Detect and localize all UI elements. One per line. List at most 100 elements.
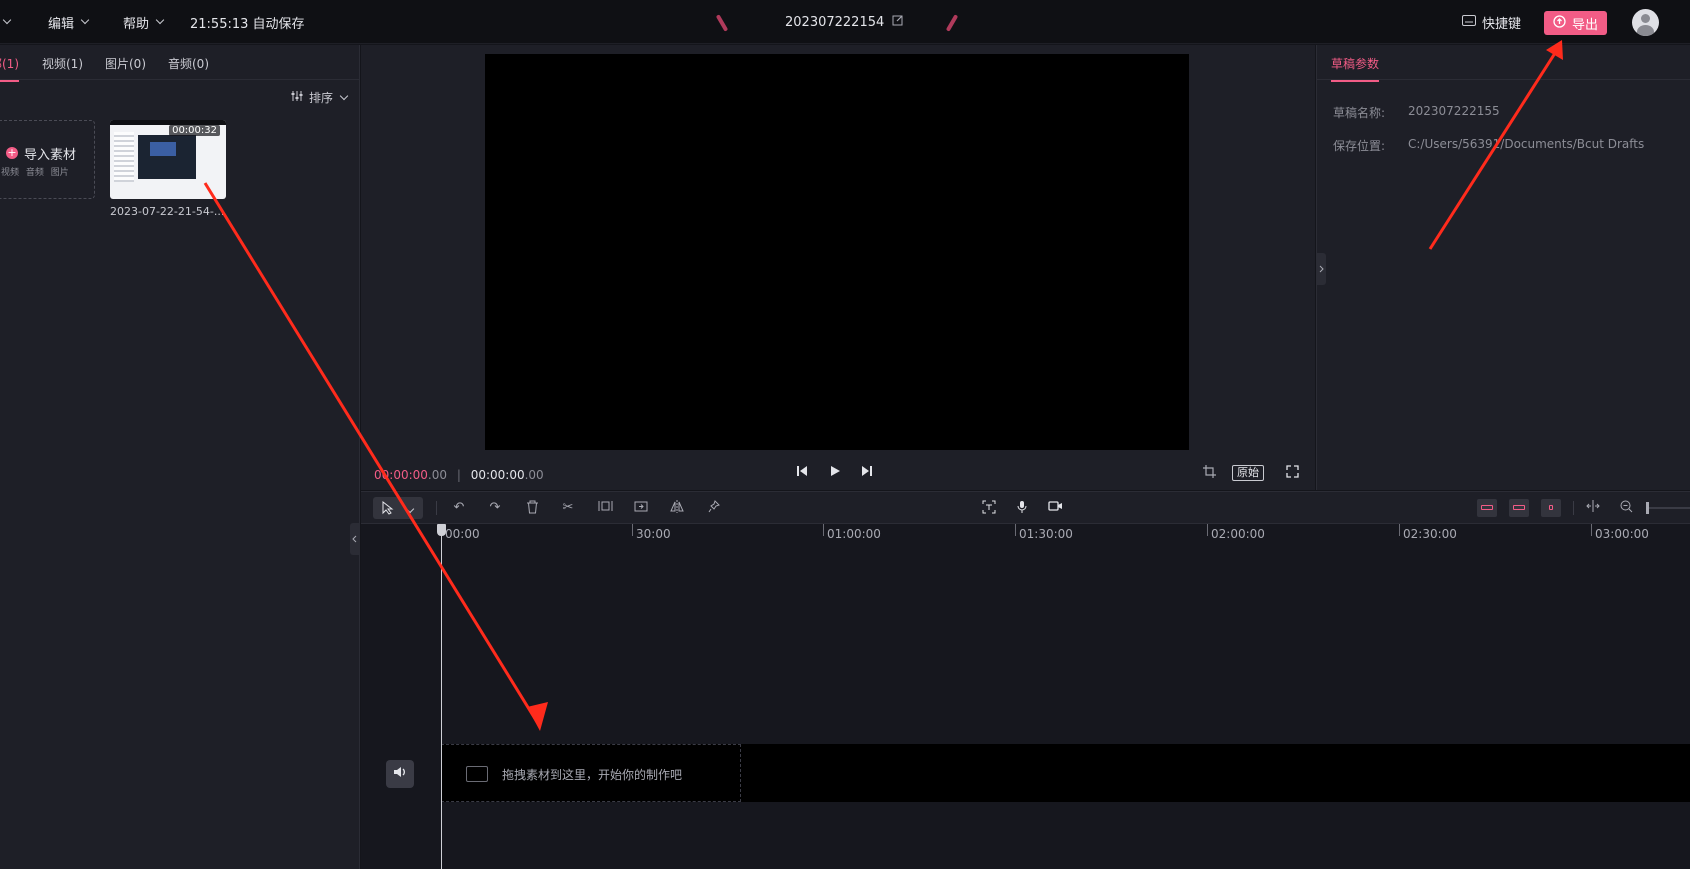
- zoom-slider-handle[interactable]: [1646, 502, 1649, 514]
- chevron-down-icon: [339, 91, 349, 100]
- drop-hint: 拖拽素材到这里，开始你的制作吧: [502, 768, 683, 782]
- project-title-text: 202307222154: [785, 14, 885, 30]
- keyboard-icon: [1462, 14, 1476, 30]
- chevron-left-icon: [352, 535, 357, 543]
- draft-name-value: 202307222155: [1408, 104, 1500, 118]
- split-icon[interactable]: [597, 500, 613, 516]
- media-name: 2023-07-22-21-54-...: [110, 205, 225, 218]
- linkage-toggle[interactable]: [1509, 499, 1529, 517]
- preview-panel: 00:00:00.00 | 00:00:00.00 原始: [361, 45, 1315, 490]
- import-media-button[interactable]: + 导入素材 视频 音频 图片: [0, 120, 95, 199]
- link-icon: [1513, 505, 1525, 510]
- top-bar: 编辑 帮助 21:55:13 自动保存 202307222154 快捷键 导出: [0, 0, 1690, 44]
- edit-icon[interactable]: [892, 14, 904, 30]
- menu-file[interactable]: [0, 0, 12, 44]
- upload-icon: [1553, 14, 1566, 32]
- tab-audio[interactable]: 音频(0): [168, 55, 209, 72]
- ratio-button[interactable]: 原始: [1232, 465, 1264, 481]
- tab-video[interactable]: 视频(1): [42, 55, 83, 72]
- draft-panel: 草稿参数 草稿名称: 202307222155 保存位置: C:/Users/5…: [1316, 45, 1690, 490]
- video-preview[interactable]: [485, 54, 1189, 450]
- ruler-label: 30:00: [636, 527, 671, 541]
- tab-draft-params[interactable]: 草稿参数: [1331, 55, 1380, 82]
- tab-image[interactable]: 图片(0): [105, 55, 146, 72]
- zoom-slider[interactable]: [1646, 502, 1690, 514]
- scissors-icon[interactable]: ✂: [560, 500, 576, 516]
- camera-icon[interactable]: [1047, 500, 1063, 516]
- tab-all[interactable]: 全部(1): [0, 55, 19, 82]
- redo-icon[interactable]: ↷: [487, 500, 503, 516]
- mute-track-button[interactable]: [386, 760, 414, 788]
- current-frames: .00: [427, 468, 447, 482]
- current-time: 00:00:00: [374, 468, 428, 482]
- crop-icon[interactable]: [1203, 465, 1216, 482]
- pin-icon[interactable]: [706, 500, 722, 516]
- undo-icon[interactable]: ↶: [451, 500, 467, 516]
- menu-edit[interactable]: 编辑: [48, 0, 90, 44]
- collapse-left-panel-handle[interactable]: [350, 523, 360, 555]
- shortcuts-button[interactable]: 快捷键: [1462, 0, 1521, 44]
- delete-icon[interactable]: [524, 500, 540, 516]
- chevron-down-icon: [155, 15, 165, 25]
- media-thumbnail[interactable]: 00:00:32: [110, 120, 226, 199]
- replace-icon[interactable]: [633, 500, 649, 516]
- play-icon[interactable]: [829, 465, 841, 481]
- magnet-icon: [1481, 505, 1493, 510]
- fullscreen-icon[interactable]: [1286, 465, 1299, 482]
- select-tool-dropdown[interactable]: [373, 497, 423, 519]
- total-frames: .00: [524, 468, 544, 482]
- timecode: 00:00:00.00 | 00:00:00.00: [374, 468, 544, 482]
- snap-icon: [1549, 505, 1553, 510]
- menu-help[interactable]: 帮助: [123, 0, 165, 44]
- snap-toggle[interactable]: [1541, 499, 1561, 517]
- playhead[interactable]: [437, 524, 446, 869]
- sliders-icon: [291, 90, 303, 105]
- skip-forward-icon[interactable]: [861, 465, 873, 481]
- text-recognition-icon[interactable]: [981, 500, 997, 516]
- draft-name-label: 草稿名称:: [1333, 106, 1386, 120]
- menu-help-label: 帮助: [123, 16, 150, 32]
- zoom-out-icon[interactable]: [1618, 500, 1634, 516]
- fit-timeline-icon[interactable]: [1585, 500, 1601, 516]
- chevron-down-icon: [80, 15, 90, 25]
- ruler-label: 00:00: [445, 527, 480, 541]
- menu-edit-label: 编辑: [48, 16, 75, 32]
- chevron-right-icon: [1319, 265, 1324, 273]
- microphone-icon[interactable]: [1014, 500, 1030, 516]
- main-track-magnet-toggle[interactable]: [1477, 499, 1497, 517]
- timeline: 00:00 30:00 01:00:00 01:30:00 02:00:00 0…: [361, 524, 1690, 869]
- cursor-icon: [382, 501, 394, 515]
- ruler-label: 02:30:00: [1403, 527, 1457, 541]
- media-duration: 00:00:32: [169, 125, 220, 136]
- sort-button[interactable]: 排序: [291, 89, 349, 106]
- sort-label: 排序: [308, 91, 333, 105]
- chevron-down-icon: [2, 15, 12, 25]
- draft-name-row: 草稿名称: 202307222155: [1333, 104, 1500, 121]
- autosave-status: 21:55:13 自动保存: [190, 16, 305, 32]
- title-decoration-left: [715, 14, 729, 32]
- plus-icon: +: [6, 146, 18, 159]
- speaker-icon: [394, 767, 405, 777]
- ruler-label: 02:00:00: [1211, 527, 1265, 541]
- main-track[interactable]: 拖拽素材到这里，开始你的制作吧: [441, 744, 1690, 802]
- skip-back-icon[interactable]: [796, 465, 808, 481]
- drop-zone[interactable]: 拖拽素材到这里，开始你的制作吧: [441, 744, 741, 802]
- time-ruler[interactable]: 00:00 30:00 01:00:00 01:30:00 02:00:00 0…: [361, 524, 1690, 544]
- project-title[interactable]: 202307222154: [785, 0, 904, 44]
- ruler-label: 01:00:00: [827, 527, 881, 541]
- film-icon: [466, 766, 488, 782]
- shortcuts-label: 快捷键: [1482, 16, 1522, 32]
- draft-location-row: 保存位置: C:/Users/56391/Documents/Bcut Draf…: [1333, 137, 1644, 154]
- avatar[interactable]: [1632, 9, 1659, 36]
- chevron-down-icon: [405, 504, 415, 514]
- import-label: 导入素材: [24, 148, 77, 163]
- title-decoration-right: [945, 14, 959, 32]
- media-tabs: 全部(1) 视频(1) 图片(0) 音频(0): [0, 45, 359, 82]
- total-time: 00:00:00: [470, 468, 525, 482]
- ruler-label: 03:00:00: [1595, 527, 1649, 541]
- collapse-right-panel-handle[interactable]: [1316, 253, 1326, 285]
- timeline-toolbar: ↶ ↷ ✂: [361, 491, 1690, 524]
- export-button[interactable]: 导出: [1544, 11, 1607, 35]
- mirror-icon[interactable]: [669, 500, 685, 516]
- draft-location-value: C:/Users/56391/Documents/Bcut Drafts: [1408, 137, 1645, 151]
